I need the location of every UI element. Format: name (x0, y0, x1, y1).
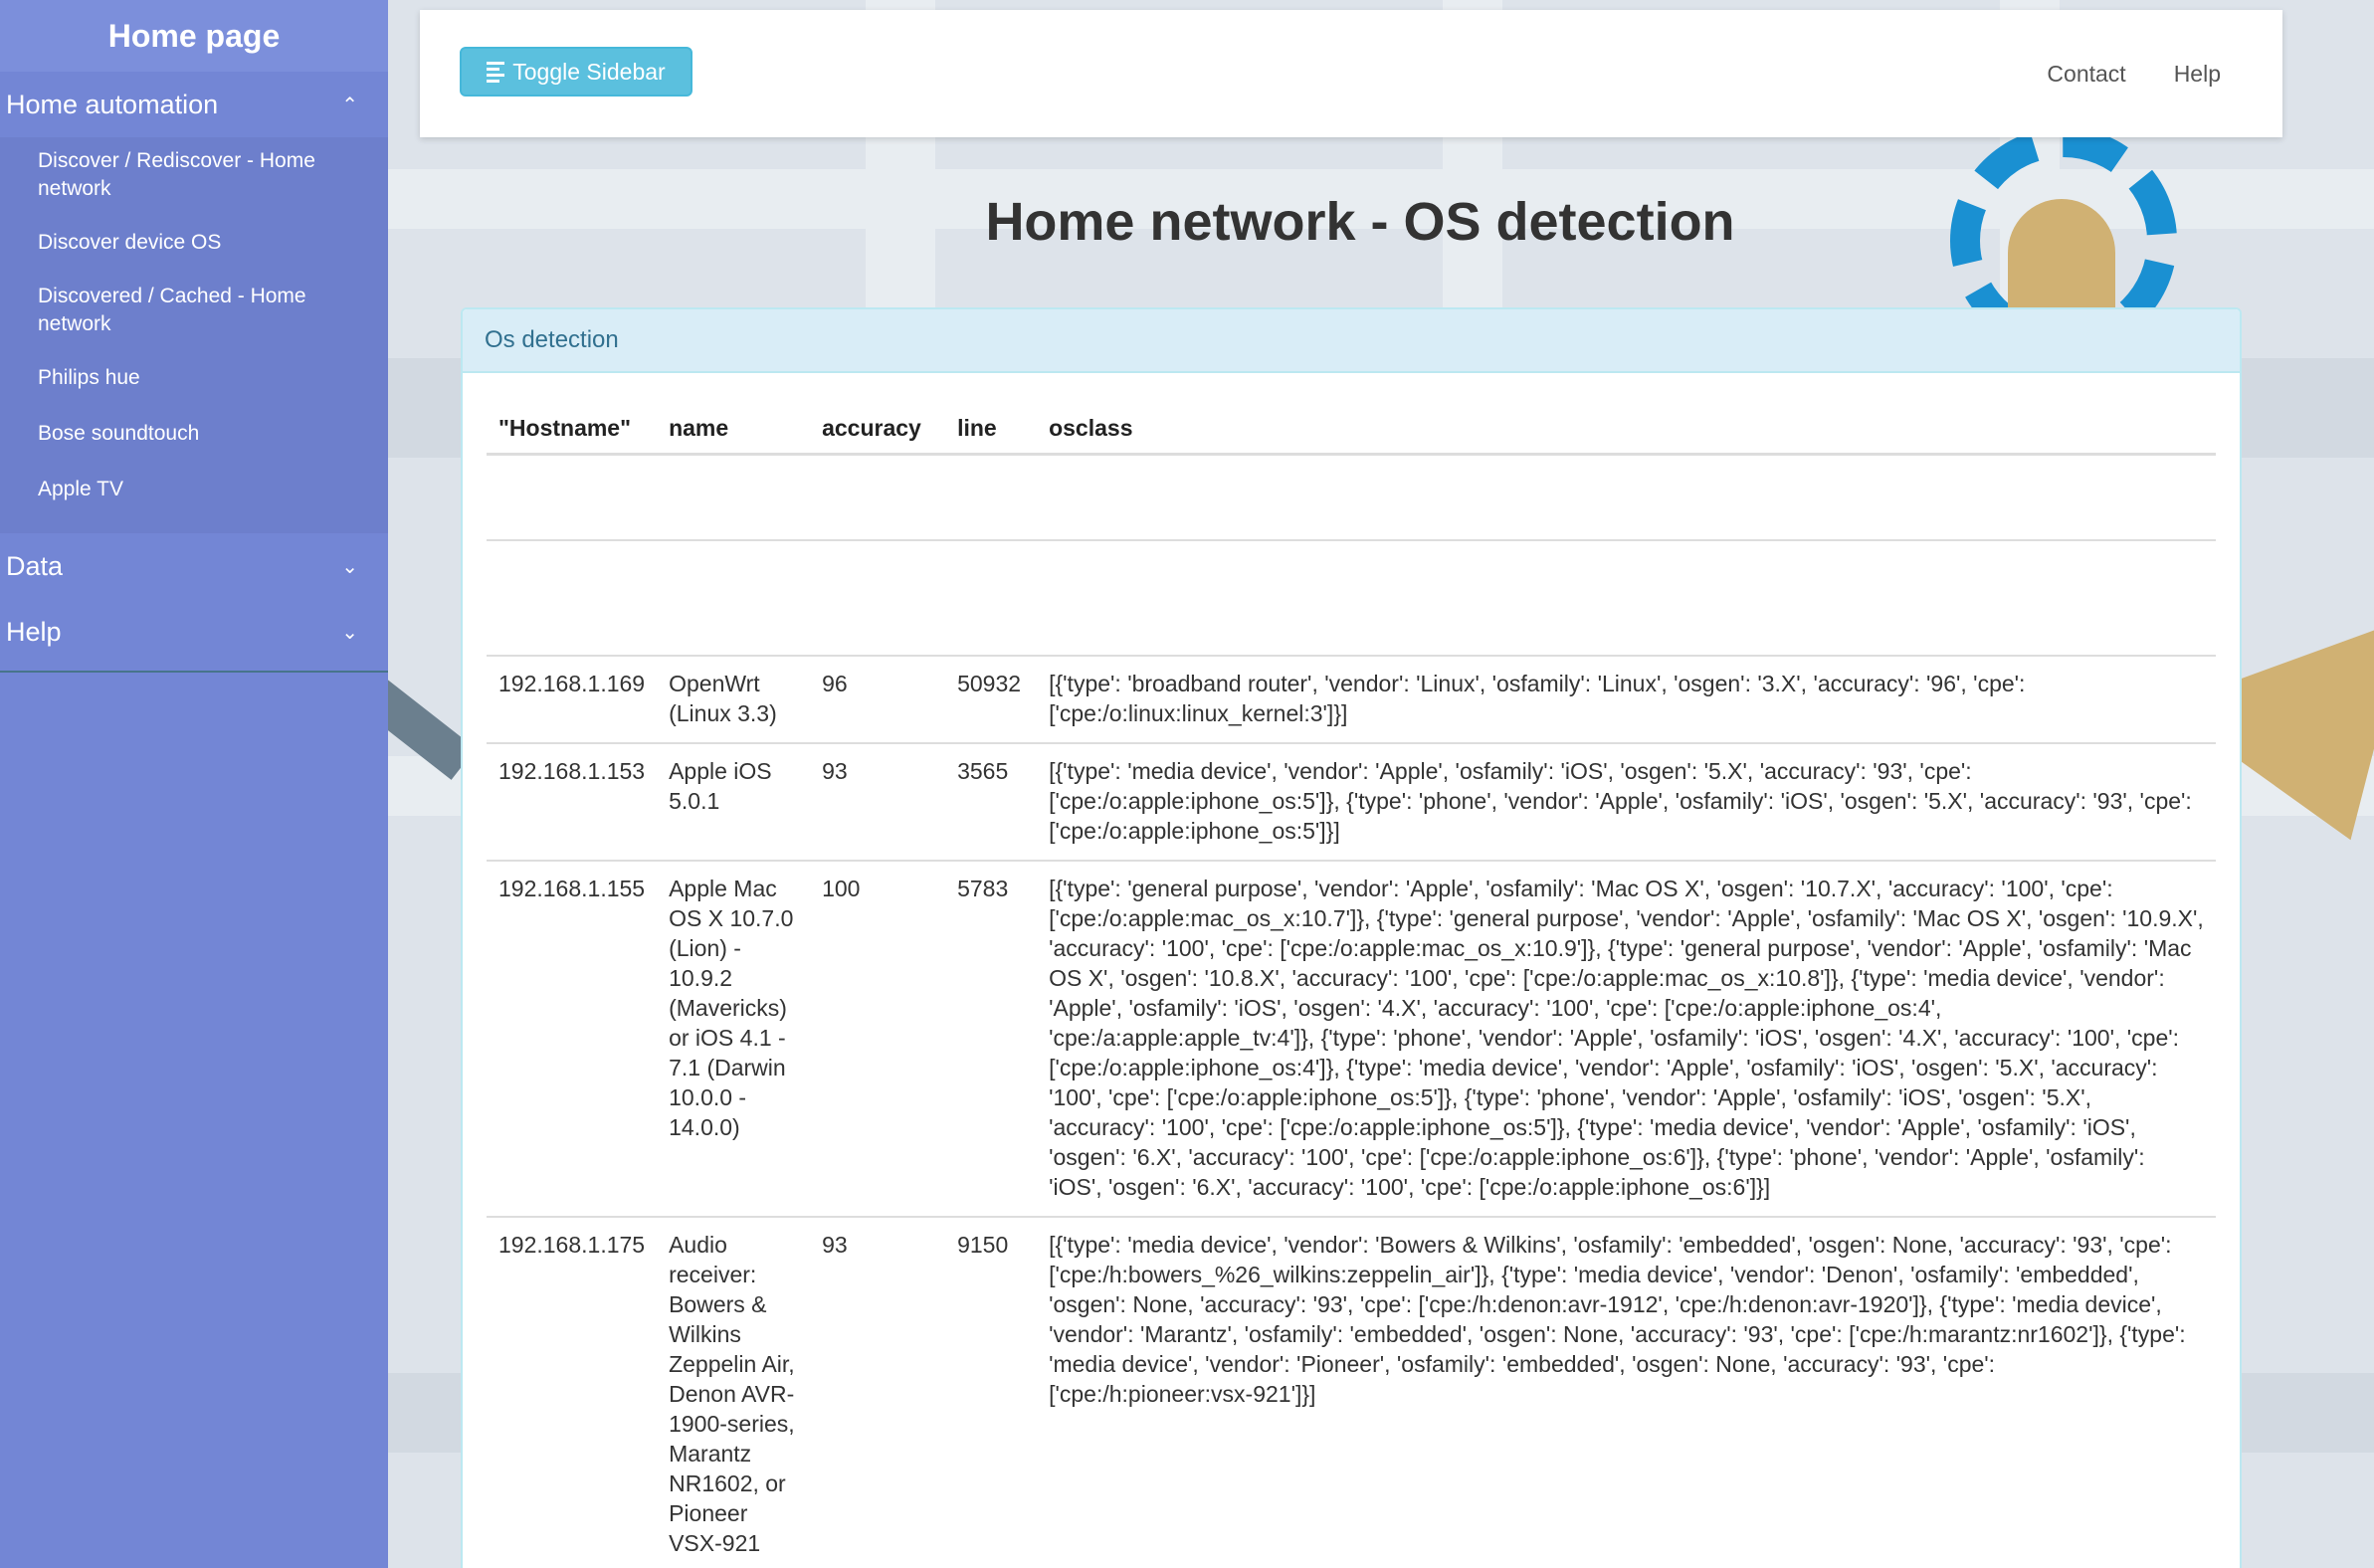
table-row: 192.168.1.169 OpenWrt (Linux 3.3) 96 509… (487, 654, 2216, 743)
cell-name: OpenWrt (Linux 3.3) (657, 654, 811, 743)
sidebar-submenu-home-automation: Discover / Rediscover - Home network Dis… (0, 137, 388, 533)
sidebar-item-discovered-cached[interactable]: Discovered / Cached - Home network (0, 273, 388, 348)
panel-heading: Os detection (463, 309, 2240, 373)
cell-hostname: 192.168.1.169 (487, 654, 658, 743)
table-row: 192.168.1.175 Audio receiver: Bowers & W… (487, 1215, 2216, 1568)
sidebar-brand[interactable]: Home page (0, 0, 388, 72)
sidebar-section-label: Data (6, 550, 64, 581)
chevron-down-icon: ⌄ (341, 555, 358, 578)
cell-line: 9150 (945, 1215, 1038, 1568)
table-header-row: "Hostname" name accuracy line osclass (487, 395, 2216, 456)
cell-line: 5783 (945, 859, 1038, 1217)
toggle-sidebar-label: Toggle Sidebar (512, 58, 666, 85)
os-detection-table: "Hostname" name accuracy line osclass 19… (487, 395, 2216, 1568)
toggle-sidebar-button[interactable]: Toggle Sidebar (460, 47, 692, 97)
cell-accuracy: 96 (810, 654, 946, 743)
sidebar-divider (0, 671, 388, 673)
cell-osclass: [{'type': 'media device', 'vendor': 'App… (1037, 741, 2216, 861)
sidebar: Home page Home automation ⌃ Discover / R… (0, 0, 388, 1568)
sidebar-section-label: Help (6, 616, 62, 647)
cell-osclass: [{'type': 'media device', 'vendor': 'Bow… (1037, 1215, 2216, 1568)
nav-link-help[interactable]: Help (2174, 61, 2221, 88)
column-header-accuracy[interactable]: accuracy (810, 395, 946, 456)
cell-osclass: [{'type': 'general purpose', 'vendor': '… (1037, 859, 2216, 1217)
cell-name: Audio receiver: Bowers & Wilkins Zeppeli… (657, 1215, 811, 1568)
sidebar-section-home-automation[interactable]: Home automation ⌃ (0, 72, 388, 137)
column-header-line[interactable]: line (945, 395, 1038, 456)
sidebar-section-label: Home automation (6, 89, 219, 119)
table-row: 192.168.1.155 Apple Mac OS X 10.7.0 (Lio… (487, 859, 2216, 1217)
cell-accuracy: 100 (810, 859, 946, 1217)
top-navbar: Toggle Sidebar Contact Help (420, 10, 2282, 137)
cell-hostname: 192.168.1.153 (487, 741, 658, 861)
table-row-empty (487, 538, 2216, 656)
cell-hostname: 192.168.1.155 (487, 859, 658, 1217)
table-row: 192.168.1.153 Apple iOS 5.0.1 93 3565 [{… (487, 741, 2216, 861)
column-header-hostname[interactable]: "Hostname" (487, 395, 658, 456)
sidebar-item-discover-device-os[interactable]: Discover device OS (0, 217, 388, 269)
chevron-down-icon: ⌄ (341, 621, 358, 644)
cell-hostname: 192.168.1.175 (487, 1215, 658, 1568)
cell-osclass: [{'type': 'broadband router', 'vendor': … (1037, 654, 2216, 743)
sidebar-item-discover-home-network[interactable]: Discover / Rediscover - Home network (0, 137, 388, 213)
page-title: Home network - OS detection (985, 192, 1735, 252)
chevron-up-icon: ⌃ (341, 94, 358, 116)
cell-line: 3565 (945, 741, 1038, 861)
nav-links: Contact Help (2047, 10, 2221, 137)
cell-accuracy: 93 (810, 1215, 946, 1568)
os-detection-panel: Os detection "Hostname" name accuracy li… (461, 307, 2242, 1568)
cell-name: Apple iOS 5.0.1 (657, 741, 811, 861)
sidebar-item-philips-hue[interactable]: Philips hue (0, 352, 388, 404)
cell-line: 50932 (945, 654, 1038, 743)
sidebar-section-help[interactable]: Help ⌄ (0, 599, 388, 665)
column-header-osclass[interactable]: osclass (1037, 395, 2216, 456)
column-header-name[interactable]: name (657, 395, 811, 456)
align-left-icon (487, 59, 505, 86)
nav-link-contact[interactable]: Contact (2047, 61, 2125, 88)
cell-name: Apple Mac OS X 10.7.0 (Lion) - 10.9.2 (M… (657, 859, 811, 1217)
table-row-clipped (487, 453, 2216, 540)
sidebar-section-data[interactable]: Data ⌄ (0, 533, 388, 599)
cell-accuracy: 93 (810, 741, 946, 861)
sidebar-item-apple-tv[interactable]: Apple TV (0, 464, 388, 515)
sidebar-item-bose-soundtouch[interactable]: Bose soundtouch (0, 408, 388, 460)
